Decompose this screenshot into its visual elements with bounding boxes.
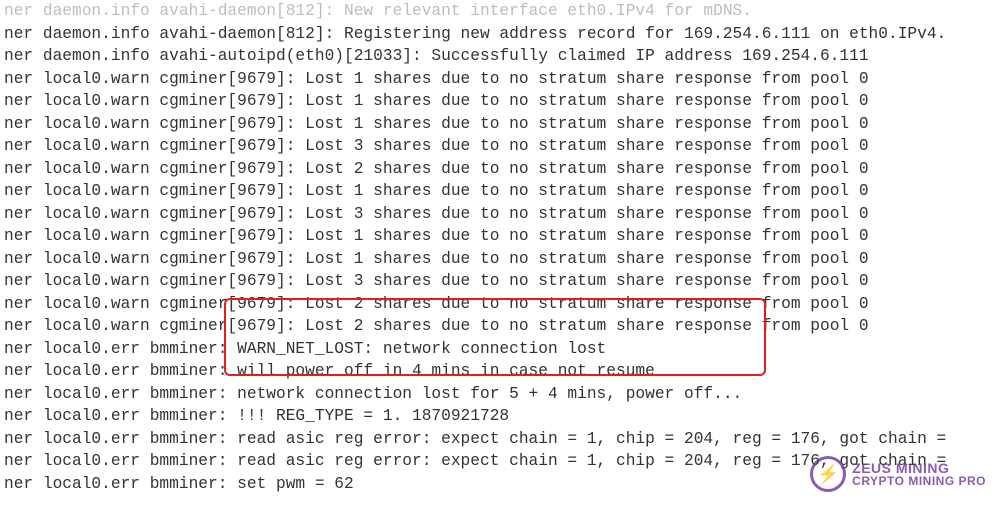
log-line: ner local0.warn cgminer[9679]: Lost 3 sh… (4, 203, 992, 226)
log-line: ner daemon.info avahi-daemon[812]: New r… (4, 0, 992, 23)
log-line: ner daemon.info avahi-autoipd(eth0)[2103… (4, 45, 992, 68)
bolt-icon: ⚡ (810, 456, 846, 492)
log-line: ner local0.warn cgminer[9679]: Lost 1 sh… (4, 225, 992, 248)
log-line: ner local0.warn cgminer[9679]: Lost 1 sh… (4, 68, 992, 91)
watermark-line1: ZEUS MINING (852, 461, 986, 475)
log-line: ner local0.warn cgminer[9679]: Lost 2 sh… (4, 158, 992, 181)
bolt-glyph: ⚡ (817, 464, 839, 485)
watermark-line2: CRYPTO MINING PRO (852, 475, 986, 487)
watermark-text: ZEUS MINING CRYPTO MINING PRO (852, 461, 986, 487)
log-line: ner daemon.info avahi-daemon[812]: Regis… (4, 23, 992, 46)
log-line: ner local0.warn cgminer[9679]: Lost 1 sh… (4, 90, 992, 113)
log-line: ner local0.warn cgminer[9679]: Lost 3 sh… (4, 135, 992, 158)
log-line: ner local0.warn cgminer[9679]: Lost 3 sh… (4, 270, 992, 293)
log-line: ner local0.warn cgminer[9679]: Lost 1 sh… (4, 248, 992, 271)
log-line: ner local0.warn cgminer[9679]: Lost 1 sh… (4, 113, 992, 136)
log-line: ner local0.err bmminer: read asic reg er… (4, 428, 992, 451)
watermark: ⚡ ZEUS MINING CRYPTO MINING PRO (810, 456, 986, 492)
log-line: ner local0.err bmminer: network connecti… (4, 383, 992, 406)
log-line: ner local0.err bmminer: WARN_NET_LOST: n… (4, 338, 992, 361)
log-line: ner local0.err bmminer: !!! REG_TYPE = 1… (4, 405, 992, 428)
log-output: ner daemon.info avahi-daemon[812]: New r… (0, 0, 996, 495)
log-line: ner local0.err bmminer: will power off i… (4, 360, 992, 383)
log-line: ner local0.warn cgminer[9679]: Lost 1 sh… (4, 180, 992, 203)
log-line: ner local0.warn cgminer[9679]: Lost 2 sh… (4, 315, 992, 338)
log-line: ner local0.warn cgminer[9679]: Lost 2 sh… (4, 293, 992, 316)
